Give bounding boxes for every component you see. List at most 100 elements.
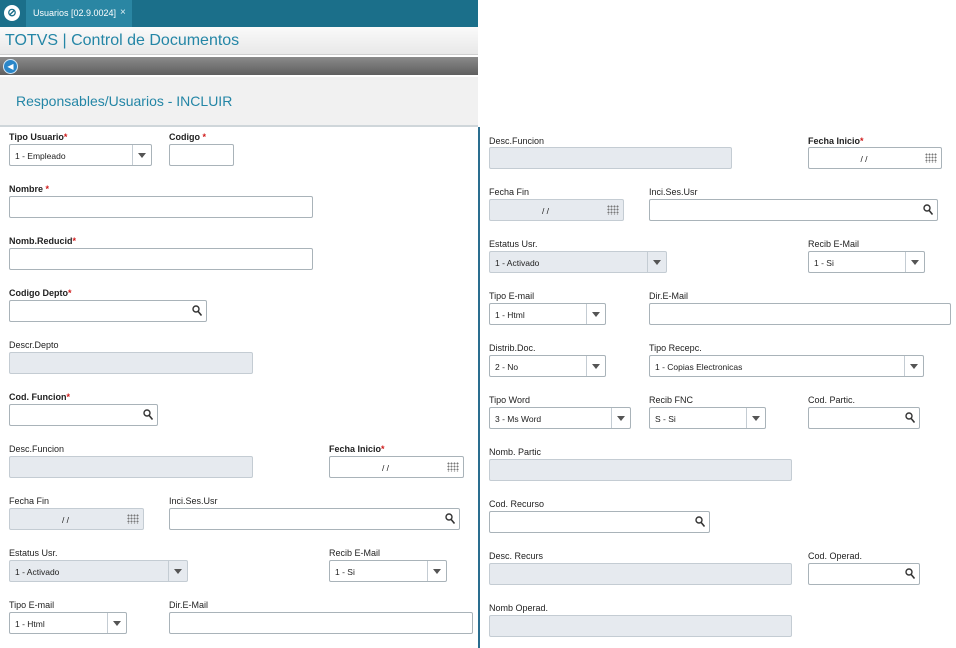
cod-funcion-input[interactable] bbox=[9, 404, 158, 426]
calendar-icon[interactable] bbox=[447, 462, 459, 472]
chevron-down-icon[interactable] bbox=[905, 252, 924, 272]
label-nomb-operad: Nomb Operad. bbox=[489, 603, 549, 613]
label-desc-recurs: Desc. Recurs bbox=[489, 551, 544, 561]
label-cod-operad: Cod. Operad. bbox=[808, 551, 863, 561]
distrib-doc-value: 2 - No bbox=[495, 362, 519, 372]
totvs-logo-icon[interactable]: ⊘ bbox=[4, 5, 20, 21]
inci-ses-usr-input[interactable] bbox=[169, 508, 460, 530]
label-recib-fnc: Recib FNC bbox=[649, 395, 694, 405]
nomb-reducid-input[interactable] bbox=[9, 248, 313, 270]
codigo-input[interactable] bbox=[169, 144, 234, 166]
app-header: TOTVS | Control de Documentos bbox=[0, 27, 478, 55]
fecha-inicio-input[interactable]: / / bbox=[808, 147, 942, 169]
descr-depto-field bbox=[9, 352, 253, 374]
label-fecha-fin: Fecha Fin bbox=[9, 496, 50, 506]
search-icon[interactable] bbox=[923, 204, 933, 216]
label-inci-ses-usr: Inci.Ses.Usr bbox=[169, 496, 218, 506]
search-icon[interactable] bbox=[445, 513, 455, 525]
search-icon[interactable] bbox=[192, 305, 202, 317]
cod-recurso-input[interactable] bbox=[489, 511, 710, 533]
toolbar: ◀ bbox=[0, 57, 478, 75]
chevron-down-icon[interactable] bbox=[586, 304, 605, 324]
fecha-inicio-value: / / bbox=[381, 463, 390, 473]
app-title: TOTVS | Control de Documentos bbox=[5, 32, 240, 49]
label-recib-email: Recib E-Mail bbox=[329, 548, 381, 558]
label-dir-email: Dir.E-Mail bbox=[169, 600, 209, 610]
label-tipo-email: Tipo E-mail bbox=[9, 600, 55, 610]
tipo-usuario-value: 1 - Empleado bbox=[15, 151, 66, 161]
dir-email-input[interactable] bbox=[649, 303, 951, 325]
calendar-icon[interactable] bbox=[925, 153, 937, 163]
tipo-recepc-select[interactable]: 1 - Copias Electronicas bbox=[649, 355, 924, 377]
label-fecha-inicio: Fecha Inicio* bbox=[808, 136, 864, 146]
search-icon[interactable] bbox=[695, 516, 705, 528]
label-recib-email: Recib E-Mail bbox=[808, 239, 860, 249]
chevron-down-icon[interactable] bbox=[427, 561, 446, 581]
label-codigo: Codigo * bbox=[169, 132, 207, 142]
label-tipo-word: Tipo Word bbox=[489, 395, 531, 405]
estatus-usr-value: 1 - Activado bbox=[495, 258, 540, 268]
label-nomb-reducid: Nomb.Reducid* bbox=[9, 236, 77, 246]
chevron-down-icon[interactable] bbox=[107, 613, 126, 633]
recib-email-select[interactable]: 1 - Si bbox=[329, 560, 447, 582]
label-estatus-usr: Estatus Usr. bbox=[9, 548, 58, 558]
close-icon[interactable]: × bbox=[120, 7, 126, 18]
chevron-down-icon bbox=[168, 561, 187, 581]
column-divider bbox=[478, 127, 480, 648]
label-desc-funcion: Desc.Funcion bbox=[9, 444, 65, 454]
estatus-usr-select: 1 - Activado bbox=[489, 251, 667, 273]
chevron-down-icon[interactable] bbox=[611, 408, 630, 428]
inci-ses-usr-input[interactable] bbox=[649, 199, 938, 221]
estatus-usr-select: 1 - Activado bbox=[9, 560, 188, 582]
tipo-word-value: 3 - Ms Word bbox=[495, 414, 542, 424]
tab-usuarios[interactable]: Usuarios [02.9.0024] × bbox=[26, 0, 132, 27]
label-cod-funcion: Cod. Funcion* bbox=[9, 392, 71, 402]
label-nomb-partic: Nomb. Partic bbox=[489, 447, 542, 457]
search-icon[interactable] bbox=[143, 409, 153, 421]
chevron-down-icon[interactable] bbox=[904, 356, 923, 376]
distrib-doc-select[interactable]: 2 - No bbox=[489, 355, 606, 377]
chevron-down-icon[interactable] bbox=[586, 356, 605, 376]
desc-funcion-field bbox=[9, 456, 253, 478]
fecha-fin-value: / / bbox=[61, 515, 70, 525]
tipo-word-select[interactable]: 3 - Ms Word bbox=[489, 407, 631, 429]
desc-recurs-field bbox=[489, 563, 792, 585]
fecha-fin-value: / / bbox=[541, 206, 550, 216]
fecha-inicio-input[interactable]: / / bbox=[329, 456, 464, 478]
search-icon[interactable] bbox=[905, 412, 915, 424]
tipo-email-select[interactable]: 1 - Html bbox=[489, 303, 606, 325]
cod-partic-input[interactable] bbox=[808, 407, 920, 429]
dir-email-input[interactable] bbox=[169, 612, 473, 634]
fecha-fin-field: / / bbox=[489, 199, 624, 221]
codigo-depto-input[interactable] bbox=[9, 300, 207, 322]
tipo-email-value: 1 - Html bbox=[15, 619, 45, 629]
label-nombre: Nombre * bbox=[9, 184, 50, 194]
tipo-email-value: 1 - Html bbox=[495, 310, 525, 320]
search-icon[interactable] bbox=[905, 568, 915, 580]
window-tab-bar: ⊘ Usuarios [02.9.0024] × bbox=[0, 0, 478, 27]
nombre-input[interactable] bbox=[9, 196, 313, 218]
recib-email-value: 1 - Si bbox=[335, 567, 355, 577]
chevron-down-icon bbox=[647, 252, 666, 272]
cod-operad-input[interactable] bbox=[808, 563, 920, 585]
label-estatus-usr: Estatus Usr. bbox=[489, 239, 538, 249]
label-tipo-email: Tipo E-mail bbox=[489, 291, 535, 301]
tipo-recepc-value: 1 - Copias Electronicas bbox=[655, 362, 743, 372]
tab-label: Usuarios [02.9.0024] bbox=[33, 8, 117, 18]
chevron-down-icon[interactable] bbox=[132, 145, 151, 165]
estatus-usr-value: 1 - Activado bbox=[15, 567, 60, 577]
recib-fnc-select[interactable]: S - Si bbox=[649, 407, 766, 429]
label-descr-depto: Descr.Depto bbox=[9, 340, 59, 350]
chevron-down-icon[interactable] bbox=[746, 408, 765, 428]
label-dir-email: Dir.E-Mail bbox=[649, 291, 689, 301]
tipo-usuario-select[interactable]: 1 - Empleado bbox=[9, 144, 152, 166]
nomb-operad-field bbox=[489, 615, 792, 637]
label-tipo-usuario: Tipo Usuario* bbox=[9, 132, 68, 142]
label-inci-ses-usr: Inci.Ses.Usr bbox=[649, 187, 698, 197]
page-title: Responsables/Usuarios - INCLUIR bbox=[16, 93, 233, 109]
tipo-email-select[interactable]: 1 - Html bbox=[9, 612, 127, 634]
recib-email-select[interactable]: 1 - Si bbox=[808, 251, 925, 273]
recib-fnc-value: S - Si bbox=[655, 414, 676, 424]
desc-funcion-field bbox=[489, 147, 732, 169]
back-icon[interactable]: ◀ bbox=[3, 59, 18, 74]
